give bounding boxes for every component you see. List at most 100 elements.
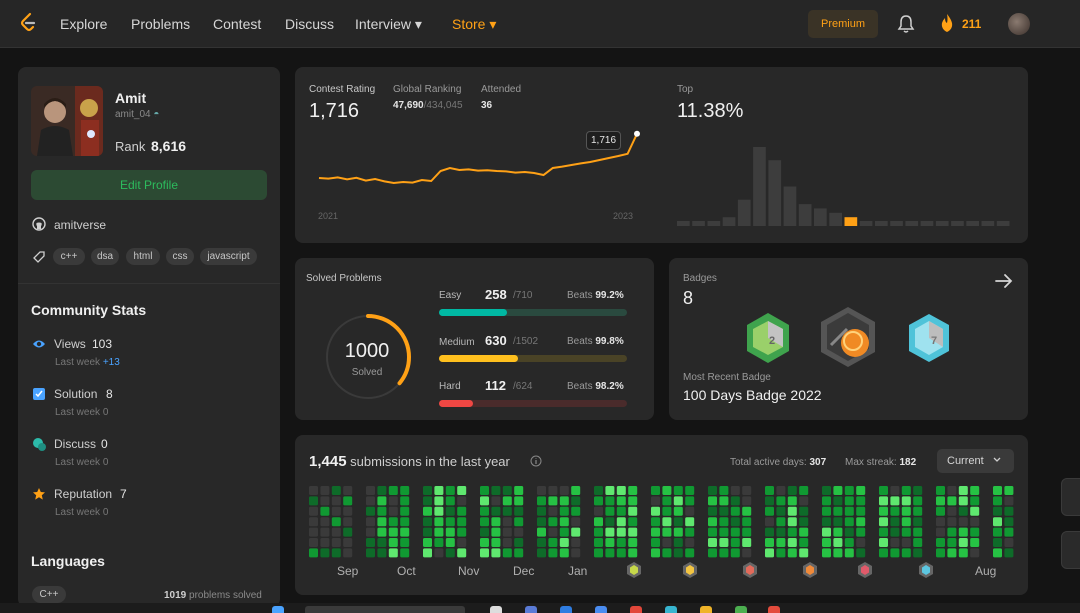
heatmap-cell xyxy=(970,548,980,558)
heatmap-cell xyxy=(913,517,923,527)
skill-tag[interactable]: c++ xyxy=(53,248,85,265)
year-select[interactable]: Current xyxy=(937,449,1014,473)
streak-count[interactable]: 211 xyxy=(962,17,981,31)
heatmap-cell xyxy=(799,486,809,495)
heatmap-cell xyxy=(662,517,672,527)
heatmap-cell xyxy=(423,538,432,547)
heatmap-cell xyxy=(742,527,752,537)
skill-tag[interactable]: javascript xyxy=(200,248,257,265)
taskbar-app-icon[interactable] xyxy=(490,606,502,613)
bell-icon[interactable] xyxy=(897,14,915,34)
heatmap-cell xyxy=(844,548,854,558)
heatmap-cell xyxy=(776,506,786,516)
heatmap-cell xyxy=(742,538,752,547)
heatmap-cell xyxy=(662,538,672,547)
side-widget[interactable] xyxy=(1061,531,1080,569)
heatmap-cell xyxy=(708,496,717,506)
heatmap-cell xyxy=(480,517,489,527)
taskbar-app-icon[interactable] xyxy=(560,606,572,613)
heatmap-cell xyxy=(879,517,888,527)
heatmap-cell xyxy=(594,538,603,547)
heatmap-cell xyxy=(628,506,638,516)
taskbar-search[interactable] xyxy=(305,606,465,613)
heatmap-cell xyxy=(799,517,809,527)
heatmap-cell xyxy=(320,506,330,516)
fire-icon[interactable] xyxy=(939,13,955,33)
heatmap-cell xyxy=(423,496,432,506)
arrow-right-icon[interactable] xyxy=(994,272,1014,290)
distribution-bar xyxy=(935,221,949,226)
taskbar-app-icon[interactable] xyxy=(700,606,712,613)
heatmap-cell xyxy=(514,506,524,516)
taskbar-app-icon[interactable] xyxy=(595,606,607,613)
skill-tag[interactable]: css xyxy=(166,248,194,265)
orange-badge-icon[interactable] xyxy=(817,305,879,369)
heatmap-cell xyxy=(309,517,318,527)
heatmap-cell xyxy=(742,506,752,516)
heatmap-cell xyxy=(879,527,888,537)
heatmap-cell xyxy=(673,486,683,495)
side-widget[interactable] xyxy=(1061,478,1080,516)
leetcode-logo-icon[interactable] xyxy=(18,12,38,34)
green-badge-icon[interactable]: 2 xyxy=(743,311,793,365)
taskbar-app-icon[interactable] xyxy=(525,606,537,613)
taskbar-app-icon[interactable] xyxy=(768,606,780,613)
taskbar-app-icon[interactable] xyxy=(630,606,642,613)
heatmap-cell xyxy=(548,527,558,537)
skill-tag[interactable]: html xyxy=(126,248,160,265)
heatmap-cell xyxy=(765,506,774,516)
heatmap-cell xyxy=(822,548,831,558)
user-avatar[interactable] xyxy=(1008,13,1030,35)
heatmap-cell xyxy=(502,486,512,495)
heatmap-cell xyxy=(628,527,638,537)
heatmap-cell xyxy=(765,538,774,547)
medium-label: Medium xyxy=(439,337,475,348)
profile-name: Amit xyxy=(115,90,147,106)
blue-badge-icon[interactable]: 7 xyxy=(905,312,953,364)
attended-value: 36 xyxy=(481,100,493,111)
nav-interview[interactable]: Interview ▾ xyxy=(355,16,422,33)
tag-icon xyxy=(33,251,45,263)
nav-explore[interactable]: Explore xyxy=(60,16,107,32)
heatmap-cell xyxy=(320,548,330,558)
ranking-distribution-chart[interactable] xyxy=(677,145,1012,226)
taskbar-app-icon[interactable] xyxy=(735,606,747,613)
heatmap-cell xyxy=(366,496,375,506)
community-stats-title: Community Stats xyxy=(31,302,147,318)
nav-problems[interactable]: Problems xyxy=(131,16,190,32)
nav-contest[interactable]: Contest xyxy=(213,16,261,32)
heatmap-cell xyxy=(605,517,615,527)
heatmap-cell xyxy=(480,486,489,495)
heatmap-cell xyxy=(730,538,740,547)
nav-discuss[interactable]: Discuss xyxy=(285,16,334,32)
stat-discuss-label: Discuss xyxy=(54,437,97,451)
heatmap-cell xyxy=(514,517,524,527)
github-link[interactable]: amitverse xyxy=(54,218,106,232)
heatmap-cell xyxy=(514,548,524,558)
submission-heatmap[interactable] xyxy=(309,486,1015,558)
top-label: Top xyxy=(677,84,694,95)
heatmap-cell xyxy=(616,517,626,527)
heatmap-cell xyxy=(400,538,410,547)
easy-progress-bar xyxy=(439,309,627,316)
premium-button[interactable]: Premium xyxy=(808,10,878,38)
taskbar-start-icon[interactable] xyxy=(272,606,284,613)
stat-solution-label: Solution xyxy=(54,387,98,401)
heatmap-cell xyxy=(331,527,341,537)
nav-store[interactable]: Store ▾ xyxy=(452,16,496,33)
info-icon[interactable] xyxy=(530,455,542,467)
heatmap-cell xyxy=(331,548,341,558)
heatmap-cell xyxy=(559,486,569,495)
heatmap-cell xyxy=(673,496,683,506)
heatmap-cell xyxy=(343,527,353,537)
edit-profile-button[interactable]: Edit Profile xyxy=(31,170,267,200)
taskbar-app-icon[interactable] xyxy=(665,606,677,613)
stat-solution-sub: Last week 0 xyxy=(55,407,109,418)
solved-title: Solved Problems xyxy=(306,273,382,284)
heatmap-cell xyxy=(628,496,638,506)
skill-tag[interactable]: dsa xyxy=(91,248,119,265)
heatmap-cell xyxy=(434,538,444,547)
heatmap-cell xyxy=(537,527,546,537)
year-end-label: 2023 xyxy=(613,211,634,221)
solved-total: 1000 xyxy=(344,340,390,362)
